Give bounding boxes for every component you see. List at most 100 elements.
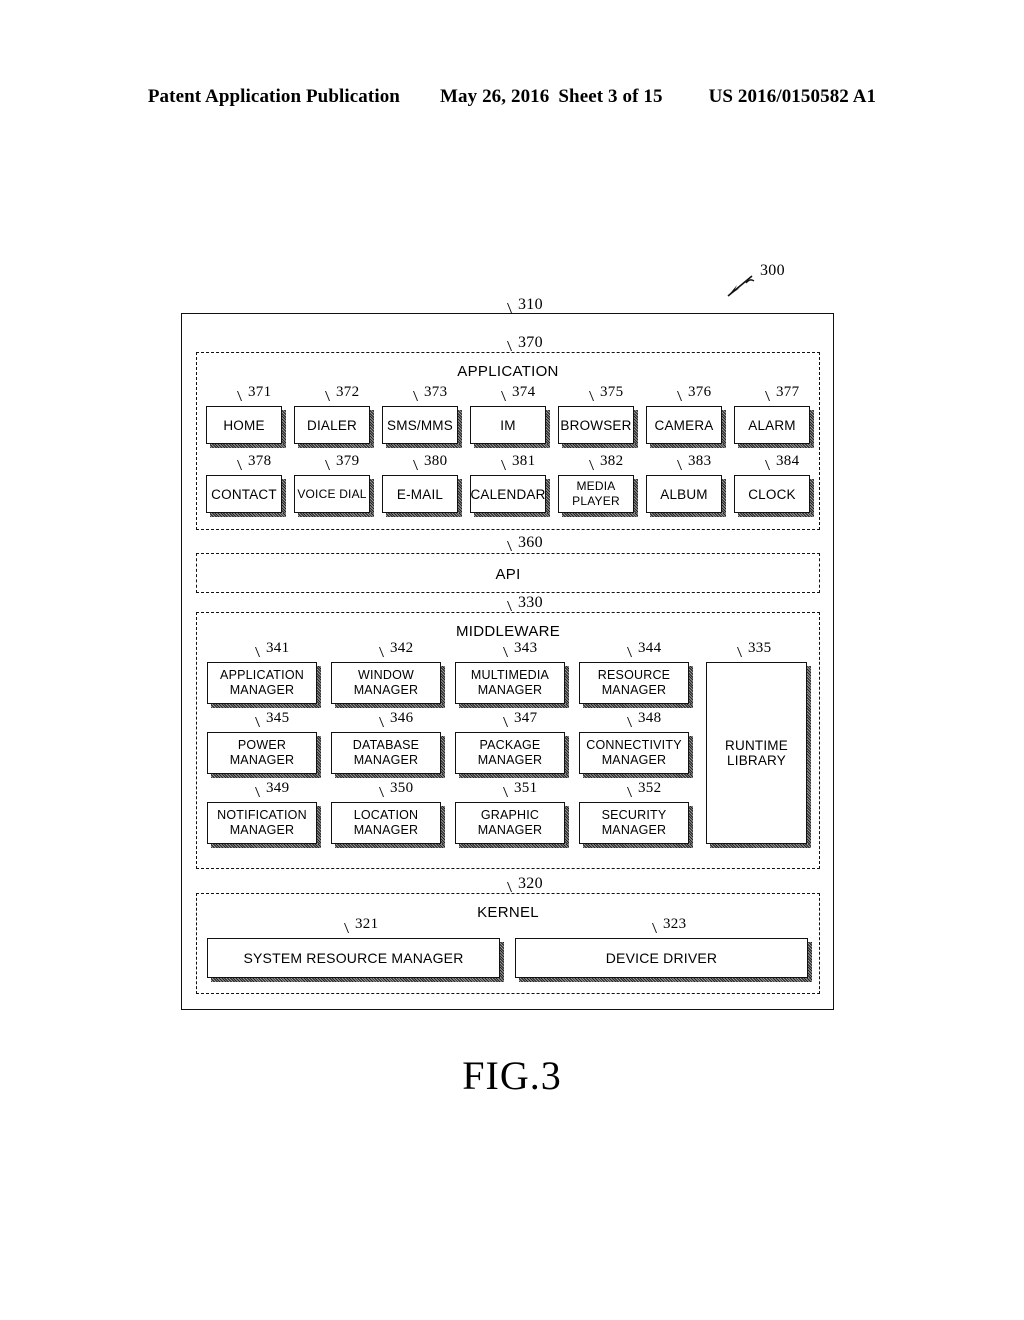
mw-notification-manager[interactable]: NOTIFICATION MANAGER — [207, 802, 321, 848]
api-layer: API — [196, 553, 820, 593]
app-voice-dial[interactable]: VOICE DIAL — [294, 475, 374, 517]
ref-335: 335 — [736, 640, 771, 657]
ref-300: 300 — [760, 262, 785, 279]
ref-384: 384 — [764, 453, 799, 470]
box-shadow-right — [317, 666, 321, 708]
ref-341: 341 — [254, 640, 289, 657]
mw-database-manager[interactable]: DATABASE MANAGER — [331, 732, 445, 778]
ref-381: 381 — [500, 453, 535, 470]
ref-349: 349 — [254, 780, 289, 797]
app-e-mail-label: E-MAIL — [396, 486, 444, 502]
ref-383: 383 — [676, 453, 711, 470]
mw-multimedia-manager-label: MULTIMEDIA MANAGER — [470, 668, 550, 697]
ref-382: 382 — [588, 453, 623, 470]
box-shadow-bottom — [562, 444, 638, 448]
box-shadow-bottom — [650, 444, 726, 448]
mw-application-manager[interactable]: APPLICATION MANAGER — [207, 662, 321, 708]
mw-security-manager-label: SECURITY MANAGER — [601, 808, 667, 837]
app-album[interactable]: ALBUM — [646, 475, 726, 517]
box-shadow-right — [807, 666, 811, 848]
box-shadow-bottom — [562, 513, 638, 517]
app-alarm[interactable]: ALARM — [734, 406, 814, 448]
ref-344: 344 — [626, 640, 661, 657]
application-layer-title: APPLICATION — [457, 363, 559, 380]
box-shadow-bottom — [650, 513, 726, 517]
ref-348: 348 — [626, 710, 661, 727]
ref-347: 347 — [502, 710, 537, 727]
mw-connectivity-manager[interactable]: CONNECTIVITY MANAGER — [579, 732, 693, 778]
mw-security-manager[interactable]: SECURITY MANAGER — [579, 802, 693, 848]
ref-351: 351 — [502, 780, 537, 797]
app-browser[interactable]: BROWSER — [558, 406, 638, 448]
app-im-label: IM — [500, 417, 516, 433]
kernel-system-resource-manager[interactable]: SYSTEM RESOURCE MANAGER — [207, 938, 504, 982]
ref-372: 372 — [324, 384, 359, 401]
mw-window-manager-label: WINDOW MANAGER — [353, 668, 419, 697]
app-dialer-label: DIALER — [307, 417, 357, 433]
ref-380: 380 — [412, 453, 447, 470]
app-camera[interactable]: CAMERA — [646, 406, 726, 448]
app-clock[interactable]: CLOCK — [734, 475, 814, 517]
app-calendar[interactable]: CALENDAR — [470, 475, 550, 517]
app-sms-mms[interactable]: SMS/MMS — [382, 406, 462, 448]
mw-graphic-manager[interactable]: GRAPHIC MANAGER — [455, 802, 569, 848]
app-camera-label: CAMERA — [654, 417, 714, 433]
box-shadow-right — [458, 410, 462, 448]
box-shadow-bottom — [211, 774, 321, 778]
app-contact-label: CONTACT — [211, 486, 277, 502]
mw-multimedia-manager[interactable]: MULTIMEDIA MANAGER — [455, 662, 569, 708]
box-shadow-right — [810, 410, 814, 448]
box-shadow-bottom — [459, 704, 569, 708]
app-calendar-label: CALENDAR — [470, 486, 546, 502]
ref-310: 310 — [506, 296, 543, 314]
box-shadow-bottom — [386, 513, 462, 517]
box-shadow-right — [370, 479, 374, 517]
app-alarm-label: ALARM — [748, 417, 796, 433]
mw-window-manager[interactable]: WINDOW MANAGER — [331, 662, 445, 708]
box-shadow-right — [810, 479, 814, 517]
mw-location-manager[interactable]: LOCATION MANAGER — [331, 802, 445, 848]
mw-package-manager-label: PACKAGE MANAGER — [477, 738, 543, 767]
box-shadow-bottom — [583, 844, 693, 848]
app-dialer[interactable]: DIALER — [294, 406, 374, 448]
box-shadow-bottom — [738, 444, 814, 448]
mw-package-manager[interactable]: PACKAGE MANAGER — [455, 732, 569, 778]
box-shadow-right — [808, 942, 812, 982]
app-voice-dial-label: VOICE DIAL — [297, 486, 367, 501]
box-shadow-right — [722, 410, 726, 448]
mw-runtime-library[interactable]: RUNTIME LIBRARY — [706, 662, 811, 848]
box-shadow-right — [689, 736, 693, 778]
box-shadow-right — [441, 736, 445, 778]
app-contact[interactable]: CONTACT — [206, 475, 286, 517]
kernel-device-driver-label: DEVICE DRIVER — [605, 949, 718, 966]
kernel-device-driver[interactable]: DEVICE DRIVER — [515, 938, 812, 982]
app-media-player[interactable]: MEDIA PLAYER — [558, 475, 638, 517]
box-shadow-bottom — [459, 844, 569, 848]
box-shadow-bottom — [519, 978, 812, 982]
sheet-number: Sheet 3 of 15 — [558, 86, 663, 107]
mw-resource-manager[interactable]: RESOURCE MANAGER — [579, 662, 693, 708]
box-shadow-bottom — [335, 774, 445, 778]
ref-373: 373 — [412, 384, 447, 401]
mw-connectivity-manager-label: CONNECTIVITY MANAGER — [586, 738, 682, 767]
mw-power-manager-label: POWER MANAGER — [229, 738, 295, 767]
system-arrow-icon — [727, 275, 755, 297]
mw-power-manager[interactable]: POWER MANAGER — [207, 732, 321, 778]
app-e-mail[interactable]: E-MAIL — [382, 475, 462, 517]
ref-342: 342 — [378, 640, 413, 657]
app-home-label: HOME — [223, 417, 265, 433]
box-shadow-right — [317, 736, 321, 778]
box-shadow-right — [634, 479, 638, 517]
box-shadow-right — [722, 479, 726, 517]
app-im[interactable]: IM — [470, 406, 550, 448]
ref-377: 377 — [764, 384, 799, 401]
app-home[interactable]: HOME — [206, 406, 286, 448]
ref-321: 321 — [343, 916, 378, 933]
box-shadow-right — [689, 806, 693, 848]
mw-application-manager-label: APPLICATION MANAGER — [220, 668, 304, 697]
box-shadow-bottom — [211, 978, 504, 982]
ref-370: 370 — [506, 334, 543, 352]
box-shadow-right — [565, 806, 569, 848]
app-clock-label: CLOCK — [748, 486, 796, 502]
app-sms-mms-label: SMS/MMS — [387, 417, 453, 433]
